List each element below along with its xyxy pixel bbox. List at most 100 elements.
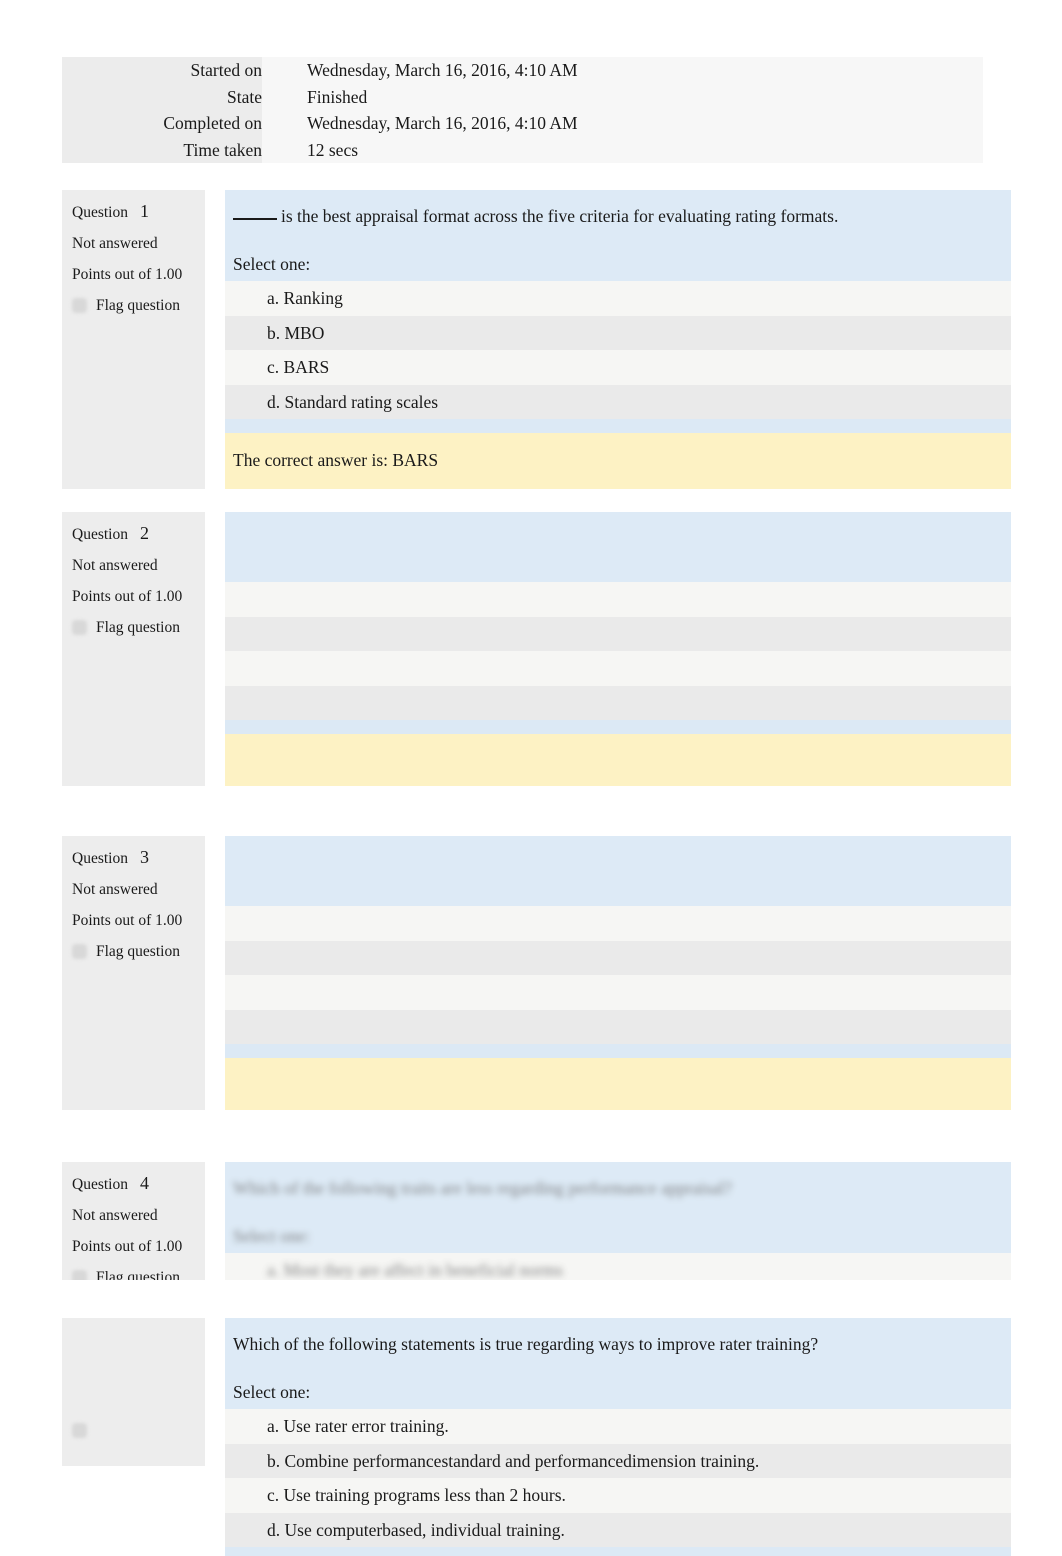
select-one-prompt-5: Select one: — [225, 1355, 1011, 1409]
question-stem-text-4: Which of the following traits are less r… — [233, 1178, 733, 1198]
flag-question-toggle-1[interactable]: Flag question — [72, 298, 205, 314]
question-number: 2 — [139, 523, 149, 543]
question-body-5: Which of the following statements is tru… — [225, 1318, 1011, 1556]
attempt-summary-table: Started on Wednesday, March 16, 2016, 4:… — [62, 57, 983, 163]
answer-options-1: a. Ranking b. MBO c. BARS d. Standard ra… — [225, 281, 1011, 433]
flag-question-toggle-3[interactable]: Flag question — [72, 944, 205, 960]
flag-icon — [72, 1270, 87, 1280]
question-number-row-4: Question 4 — [72, 1173, 205, 1193]
answer-option-d-1[interactable]: d. Standard rating scales — [225, 384, 1011, 419]
summary-value-completed-on: Wednesday, March 16, 2016, 4:10 AM — [262, 110, 983, 137]
answer-option-a-3[interactable] — [225, 906, 1011, 941]
question-points-1: Points out of 1.00 — [72, 266, 183, 283]
question-stem-1: is the best appraisal format across the … — [225, 190, 1011, 227]
question-number-row-2: Question 2 — [72, 523, 205, 543]
question-number: 3 — [139, 847, 149, 867]
table-row: Completed on Wednesday, March 16, 2016, … — [62, 110, 983, 137]
flag-question-label-1: Flag question — [96, 297, 180, 314]
question-info-panel-4: Question 4 Not answered Points out of 1.0… — [62, 1162, 205, 1280]
question-word-label: Question — [72, 1176, 128, 1193]
question-number-row-1: Question 1 — [72, 201, 205, 221]
question-body-2 — [225, 512, 1011, 786]
answer-option-b-label-1: b. MBO — [267, 322, 325, 343]
answer-option-c-1[interactable]: c. BARS — [225, 350, 1011, 385]
answer-option-d-label-1: d. Standard rating scales — [267, 391, 439, 412]
summary-label-started-on: Started on — [62, 57, 262, 84]
question-status-4: Not answered — [72, 1207, 158, 1224]
answer-option-d-3[interactable] — [225, 1009, 1011, 1044]
summary-value-state: Finished — [262, 83, 983, 110]
select-one-prompt-1: Select one: — [225, 227, 1011, 281]
question-info-panel-3: Question 3 Not answered Points out of 1.0… — [62, 836, 205, 1110]
table-row: Started on Wednesday, March 16, 2016, 4:… — [62, 57, 983, 84]
correct-answer-text-1: The correct answer is: BARS — [233, 450, 439, 470]
flag-question-label-2: Flag question — [96, 619, 180, 636]
question-number: 1 — [139, 201, 149, 221]
select-one-text-1: Select one: — [233, 254, 311, 274]
question-stem-4: Which of the following traits are less r… — [225, 1162, 1011, 1199]
flag-question-toggle-4[interactable]: Flag question — [72, 1270, 205, 1280]
summary-value-time-taken: 12 secs — [262, 136, 983, 163]
question-points-3: Points out of 1.00 — [72, 912, 183, 929]
flag-question-label-3: Flag question — [96, 943, 180, 960]
summary-value-started-on: Wednesday, March 16, 2016, 4:10 AM — [262, 57, 983, 84]
answer-option-c-2[interactable] — [225, 651, 1011, 686]
flag-icon — [72, 620, 87, 636]
answer-options-5: a. Use rater error training. b. Combine … — [225, 1409, 1011, 1556]
question-word-label: Question — [72, 850, 128, 867]
answer-option-c-label-1: c. BARS — [267, 357, 330, 377]
question-body-4: Which of the following traits are less r… — [225, 1162, 1011, 1280]
answer-option-c-5[interactable]: c. Use training programs less than 2 hou… — [225, 1478, 1011, 1513]
table-row: State Finished — [62, 83, 983, 110]
correct-answer-feedback-2 — [225, 734, 1011, 786]
question-stem-text-5: Which of the following statements is tru… — [233, 1334, 819, 1354]
answer-option-b-2[interactable] — [225, 616, 1011, 651]
summary-label-completed-on: Completed on — [62, 110, 262, 137]
question-info-panel-2: Question 2 Not answered Points out of 1.0… — [62, 512, 205, 786]
answer-option-a-2[interactable] — [225, 582, 1011, 617]
select-one-prompt-2 — [225, 549, 1011, 582]
answer-option-b-3[interactable] — [225, 940, 1011, 975]
summary-label-time-taken: Time taken — [62, 136, 262, 163]
question-stem-text-1: is the best appraisal format across the … — [233, 206, 1003, 227]
select-one-prompt-3 — [225, 873, 1011, 906]
flag-question-toggle-5[interactable] — [72, 1335, 205, 1438]
question-stem-text-3 — [233, 852, 1003, 873]
answer-option-a-4[interactable]: a. Most they are affect in beneficial no… — [225, 1253, 1011, 1280]
question-points-2: Points out of 1.00 — [72, 588, 183, 605]
flag-question-label-4: Flag question — [96, 1269, 180, 1280]
question-stem-3 — [225, 836, 1011, 873]
question-info-panel-1: Question 1 Not answered Points out of 1.0… — [62, 190, 205, 489]
question-status-1: Not answered — [72, 235, 158, 252]
question-block-1: Question 1 Not answered Points out of 1.0… — [62, 190, 1011, 489]
answer-option-b-1[interactable]: b. MBO — [225, 315, 1011, 350]
question-points-4: Points out of 1.00 — [72, 1238, 183, 1255]
answer-option-a-label-5: a. Use rater error training. — [267, 1416, 449, 1436]
question-body-1: is the best appraisal format across the … — [225, 190, 1011, 489]
question-status-3: Not answered — [72, 881, 158, 898]
question-body-3 — [225, 836, 1011, 1110]
select-one-prompt-4: Select one: — [225, 1199, 1011, 1253]
answer-option-d-5[interactable]: d. Use computerbased, individual trainin… — [225, 1512, 1011, 1547]
answer-option-a-1[interactable]: a. Ranking — [225, 281, 1011, 316]
flag-icon — [72, 298, 87, 314]
question-block-3: Question 3 Not answered Points out of 1.0… — [62, 836, 1011, 1110]
answer-option-c-3[interactable] — [225, 975, 1011, 1010]
question-stem-words-1: is the best appraisal format across the … — [281, 206, 839, 226]
answer-option-d-2[interactable] — [225, 685, 1011, 720]
question-word-label: Question — [72, 526, 128, 543]
question-stem-2 — [225, 512, 1011, 549]
question-word-label: Question — [72, 204, 128, 221]
answer-option-a-label-1: a. Ranking — [267, 288, 343, 308]
question-number-row-3: Question 3 — [72, 847, 205, 867]
flag-question-toggle-2[interactable]: Flag question — [72, 620, 205, 636]
question-info-panel-5: Question — [62, 1318, 205, 1466]
flag-icon — [72, 944, 87, 960]
answer-option-a-5[interactable]: a. Use rater error training. — [225, 1409, 1011, 1444]
answer-option-b-5[interactable]: b. Combine performancestandard and perfo… — [225, 1443, 1011, 1478]
answer-options-2 — [225, 582, 1011, 734]
question-block-5: Question Which of the following statemen… — [62, 1318, 1011, 1556]
question-stem-text-2 — [233, 528, 1003, 549]
question-block-2: Question 2 Not answered Points out of 1.0… — [62, 512, 1011, 786]
question-number: 4 — [139, 1173, 149, 1193]
